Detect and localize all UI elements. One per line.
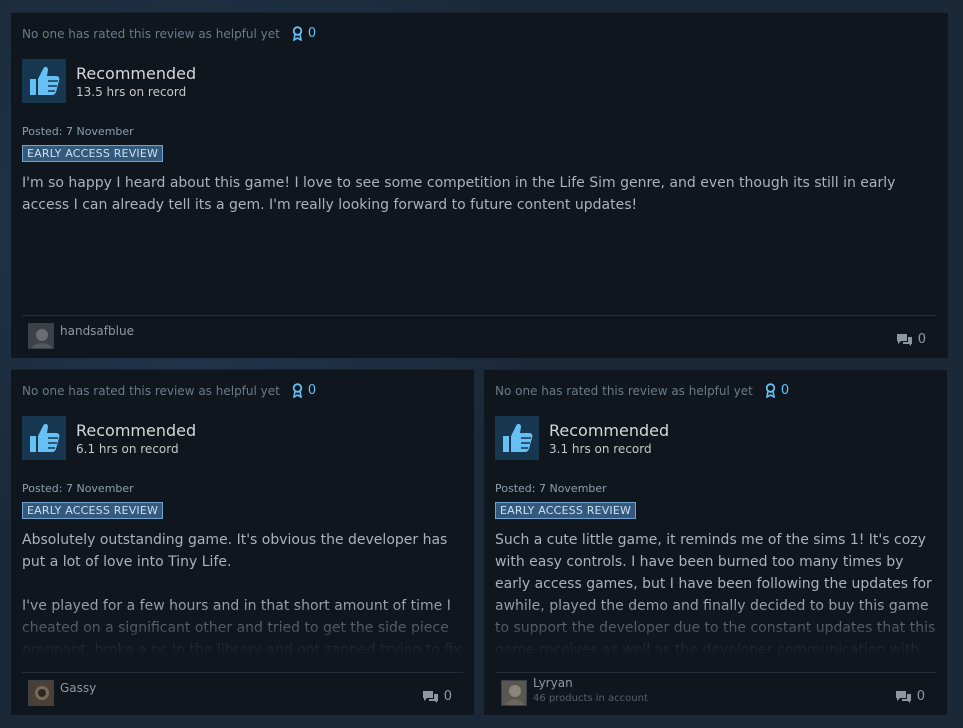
thumbs-up-icon[interactable] xyxy=(22,416,66,460)
recommendation: Recommended 6.1 hrs on record xyxy=(22,416,196,460)
recommendation: Recommended 3.1 hrs on record xyxy=(495,416,669,460)
author-product-count: 46 products in account xyxy=(533,693,648,704)
author-name[interactable]: Lyryan xyxy=(533,676,573,690)
thumbs-up-icon[interactable] xyxy=(22,59,66,103)
comment-icon xyxy=(895,690,911,703)
comment-count: 0 xyxy=(443,689,452,704)
early-access-badge: EARLY ACCESS REVIEW xyxy=(22,145,164,162)
recommendation-label[interactable]: Recommended xyxy=(76,64,196,83)
recommendation: Recommended 13.5 hrs on record xyxy=(22,59,196,103)
award-count: 0 xyxy=(780,383,790,398)
avatar[interactable] xyxy=(28,323,54,349)
helpful-text: No one has rated this review as helpful … xyxy=(22,383,280,398)
review-paragraph: Such a cute little game, it reminds me o… xyxy=(495,532,936,655)
review-text[interactable]: Absolutely outstanding game. It's obviou… xyxy=(22,529,463,655)
helpful-status: No one has rated this review as helpful … xyxy=(495,383,789,398)
award-icon xyxy=(765,383,776,398)
review-footer: Lyryan 46 products in account 0 xyxy=(495,672,936,716)
review-text[interactable]: I'm so happy I heard about this game! I … xyxy=(22,172,937,238)
hours-on-record: 6.1 hrs on record xyxy=(76,442,179,456)
author-name[interactable]: handsafblue xyxy=(60,324,134,338)
review-card: No one has rated this review as helpful … xyxy=(11,12,948,358)
avatar[interactable] xyxy=(501,680,527,706)
award-button[interactable]: 0 xyxy=(292,383,316,398)
award-count: 0 xyxy=(307,383,317,398)
thumbs-up-icon[interactable] xyxy=(495,416,539,460)
award-button[interactable]: 0 xyxy=(292,26,316,41)
helpful-status: No one has rated this review as helpful … xyxy=(22,26,316,41)
comment-count: 0 xyxy=(917,332,926,347)
review-footer: Gassy 0 xyxy=(22,672,463,716)
review-card: No one has rated this review as helpful … xyxy=(11,369,474,715)
comments-button[interactable]: 0 xyxy=(422,689,452,704)
review-paragraph: I'm so happy I heard about this game! I … xyxy=(22,175,896,213)
review-paragraph: Absolutely outstanding game. It's obviou… xyxy=(22,532,448,570)
comment-count: 0 xyxy=(916,689,925,704)
posted-date: Posted: 7 November xyxy=(22,125,134,138)
award-count: 0 xyxy=(307,26,317,41)
recommendation-label[interactable]: Recommended xyxy=(76,421,196,440)
review-footer: handsafblue 0 xyxy=(22,315,937,359)
hours-on-record: 13.5 hrs on record xyxy=(76,85,187,99)
award-icon xyxy=(292,383,303,398)
early-access-badge: EARLY ACCESS REVIEW xyxy=(495,502,637,519)
comment-icon xyxy=(422,690,438,703)
award-button[interactable]: 0 xyxy=(765,383,789,398)
review-paragraph: I've played for a few hours and in that … xyxy=(22,598,462,655)
helpful-status: No one has rated this review as helpful … xyxy=(22,383,316,398)
comments-button[interactable]: 0 xyxy=(896,332,926,347)
early-access-badge: EARLY ACCESS REVIEW xyxy=(22,502,164,519)
posted-date: Posted: 7 November xyxy=(22,482,134,495)
comment-icon xyxy=(896,333,912,346)
recommendation-label[interactable]: Recommended xyxy=(549,421,669,440)
posted-date: Posted: 7 November xyxy=(495,482,607,495)
hours-on-record: 3.1 hrs on record xyxy=(549,442,652,456)
helpful-text: No one has rated this review as helpful … xyxy=(495,383,753,398)
award-icon xyxy=(292,26,303,41)
avatar[interactable] xyxy=(28,680,54,706)
review-text[interactable]: Such a cute little game, it reminds me o… xyxy=(495,529,936,655)
review-card: No one has rated this review as helpful … xyxy=(484,369,947,715)
comments-button[interactable]: 0 xyxy=(895,689,925,704)
helpful-text: No one has rated this review as helpful … xyxy=(22,26,280,41)
author-name[interactable]: Gassy xyxy=(60,681,96,695)
